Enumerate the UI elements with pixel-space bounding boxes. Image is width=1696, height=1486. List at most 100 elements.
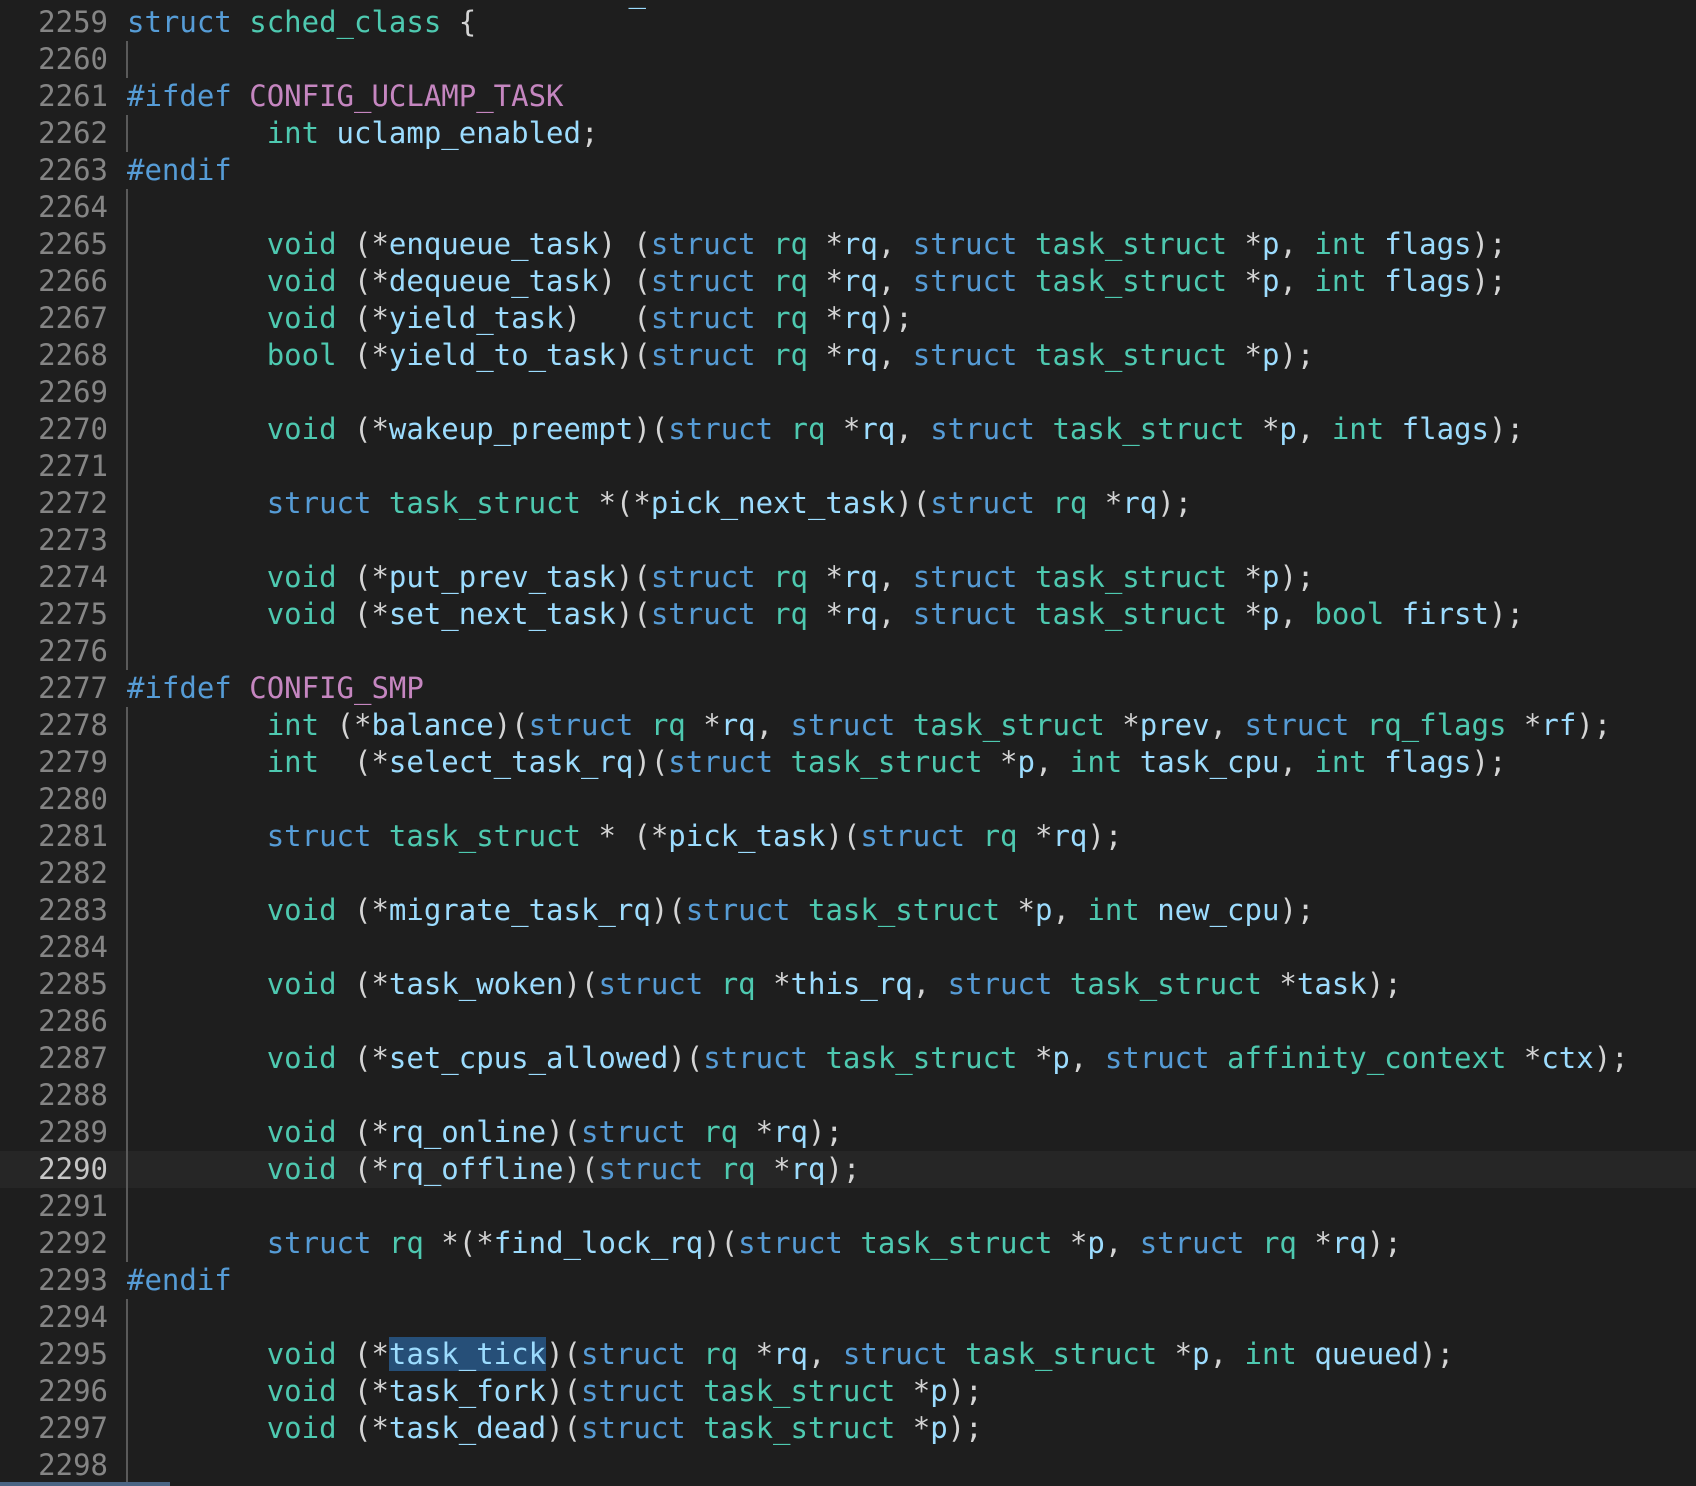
code-text[interactable]: void (*yield_task) (struct rq *rq); [127, 300, 913, 337]
code-line[interactable]: 2261 #ifdef CONFIG_UCLAMP_TASK [0, 78, 1696, 115]
line-number: 2262 [38, 116, 108, 150]
code-token: struct [912, 264, 1018, 298]
code-token: rq [842, 597, 878, 631]
code-token: struct [738, 1226, 843, 1260]
indent-guide [126, 1188, 128, 1225]
code-line[interactable]: 2267 void (*yield_task) (struct rq *rq); [0, 300, 1696, 337]
code-line[interactable]: 2277 #ifdef CONFIG_SMP [0, 670, 1696, 707]
code-line[interactable]: 2272 struct task_struct *(*pick_next_tas… [0, 485, 1696, 522]
code-line[interactable]: 2292 struct rq *(*find_lock_rq)(struct t… [0, 1225, 1696, 1262]
code-token: ctx [1541, 1041, 1594, 1075]
horizontal-scrollbar[interactable] [0, 1482, 170, 1486]
code-text[interactable]: int uclamp_enabled; [127, 115, 599, 152]
code-text[interactable]: bool (*yield_to_task)(struct rq *rq, str… [127, 337, 1315, 374]
code-text[interactable]: #endif [127, 1262, 232, 1299]
code-line[interactable]: 2287 void (*set_cpus_allowed)(struct tas… [0, 1040, 1696, 1077]
code-line[interactable]: 2273 [0, 522, 1696, 559]
code-line[interactable]: 2288 [0, 1077, 1696, 1114]
code-line[interactable]: 2293 #endif [0, 1262, 1696, 1299]
code-line[interactable]: 2260 [0, 41, 1696, 78]
code-line[interactable]: 2295 void (*task_tick)(struct rq *rq, st… [0, 1336, 1696, 1373]
code-line[interactable]: 2298 [0, 1447, 1696, 1484]
code-line[interactable]: 2282 [0, 855, 1696, 892]
code-line[interactable]: 2274 void (*put_prev_task)(struct rq *rq… [0, 559, 1696, 596]
code-line[interactable]: 2280 [0, 781, 1696, 818]
code-text[interactable]: struct task_struct * (*pick_task)(struct… [127, 818, 1123, 855]
code-text[interactable]: #endif [127, 152, 232, 189]
code-token: void [266, 967, 337, 1001]
code-text[interactable]: #ifdef CONFIG_UCLAMP_TASK [127, 78, 564, 115]
code-token: int [1314, 745, 1367, 779]
code-line[interactable]: 2281 struct task_struct * (*pick_task)(s… [0, 818, 1696, 855]
code-token: pick_next_task [650, 486, 896, 520]
code-line[interactable]: 2264 [0, 189, 1696, 226]
code-token: * [738, 1115, 774, 1149]
code-text[interactable]: void (*set_cpus_allowed)(struct task_str… [127, 1040, 1629, 1077]
code-line[interactable]: 2291 [0, 1188, 1696, 1225]
code-line[interactable]: 2284 [0, 929, 1696, 966]
code-line[interactable]: 2283 void (*migrate_task_rq)(struct task… [0, 892, 1696, 929]
code-line[interactable]: 2268 bool (*yield_to_task)(struct rq *rq… [0, 337, 1696, 374]
code-text[interactable]: int (*select_task_rq)(struct task_struct… [127, 744, 1507, 781]
code-line[interactable]: 2289 void (*rq_online)(struct rq *rq); [0, 1114, 1696, 1151]
code-text[interactable]: int (*balance)(struct rq *rq, struct tas… [127, 707, 1612, 744]
code-line[interactable]: 2296 void (*task_fork)(struct task_struc… [0, 1373, 1696, 1410]
code-line[interactable]: 2279 int (*select_task_rq)(struct task_s… [0, 744, 1696, 781]
code-text[interactable]: void (*migrate_task_rq)(struct task_stru… [127, 892, 1315, 929]
code-token: *(* [580, 486, 651, 520]
code-line[interactable]: 2294 [0, 1299, 1696, 1336]
code-line[interactable]: 2269 [0, 374, 1696, 411]
code-token: p [930, 1411, 948, 1445]
code-line[interactable]: 2285 void (*task_woken)(struct rq *this_… [0, 966, 1696, 1003]
code-line[interactable]: 2259 struct sched_class { [0, 4, 1696, 41]
code-text[interactable]: void (*dequeue_task) (struct rq *rq, str… [127, 263, 1507, 300]
code-text[interactable]: void (*rq_offline)(struct rq *rq); [127, 1151, 861, 1188]
code-line[interactable]: 2297 void (*task_dead)(struct task_struc… [0, 1410, 1696, 1447]
code-text[interactable]: void (*task_tick)(struct rq *rq, struct … [127, 1336, 1454, 1373]
code-token: * [807, 264, 843, 298]
code-text[interactable]: #ifdef CONFIG_SMP [127, 670, 424, 707]
code-editor[interactable]: _ 2259struct sched_class {22602261#ifdef… [0, 0, 1696, 1486]
code-line[interactable]: 2278 int (*balance)(struct rq *rq, struc… [0, 707, 1696, 744]
code-line[interactable]: 2265 void (*enqueue_task) (struct rq *rq… [0, 226, 1696, 263]
code-text[interactable]: void (*set_next_task)(struct rq *rq, str… [127, 596, 1524, 633]
code-text[interactable]: void (*rq_online)(struct rq *rq); [127, 1114, 843, 1151]
code-token: rq [790, 412, 826, 446]
code-token: task_struct [912, 708, 1105, 742]
code-line[interactable]: 2263 #endif [0, 152, 1696, 189]
code-token: (* [336, 1411, 389, 1445]
code-line[interactable]: 2271 [0, 448, 1696, 485]
code-text[interactable]: void (*task_fork)(struct task_struct *p)… [127, 1373, 983, 1410]
code-line[interactable]: 2270 void (*wakeup_preempt)(struct rq *r… [0, 411, 1696, 448]
code-token: ); [1471, 227, 1507, 261]
code-text[interactable]: void (*enqueue_task) (struct rq *rq, str… [127, 226, 1507, 263]
code-line[interactable]: 2276 [0, 633, 1696, 670]
code-text[interactable]: void (*wakeup_preempt)(struct rq *rq, st… [127, 411, 1524, 448]
code-line[interactable]: 2290 void (*rq_offline)(struct rq *rq); [0, 1151, 1696, 1188]
code-token: struct [650, 264, 756, 298]
code-text[interactable]: void (*task_dead)(struct task_struct *p)… [127, 1410, 983, 1447]
code-token: struct [650, 301, 756, 335]
code-token: struct [930, 412, 1035, 446]
code-text[interactable]: struct rq *(*find_lock_rq)(struct task_s… [127, 1225, 1402, 1262]
code-text[interactable]: struct task_struct *(*pick_next_task)(st… [127, 485, 1192, 522]
line-number: 2290 [38, 1152, 108, 1186]
code-token: p [1261, 264, 1280, 298]
code-line[interactable]: 2262 int uclamp_enabled; [0, 115, 1696, 152]
code-text[interactable]: void (*put_prev_task)(struct rq *rq, str… [127, 559, 1315, 596]
code-token: rq_offline [388, 1152, 564, 1186]
code-line[interactable]: 2275 void (*set_next_task)(struct rq *rq… [0, 596, 1696, 633]
code-token: p [1192, 1337, 1210, 1371]
code-line[interactable]: 2286 [0, 1003, 1696, 1040]
code-token: queued [1314, 1337, 1420, 1371]
code-text[interactable]: struct sched_class { [127, 4, 476, 41]
code-line[interactable]: 2266 void (*dequeue_task) (struct rq *rq… [0, 263, 1696, 300]
code-text[interactable]: void (*task_woken)(struct rq *this_rq, s… [127, 966, 1402, 1003]
